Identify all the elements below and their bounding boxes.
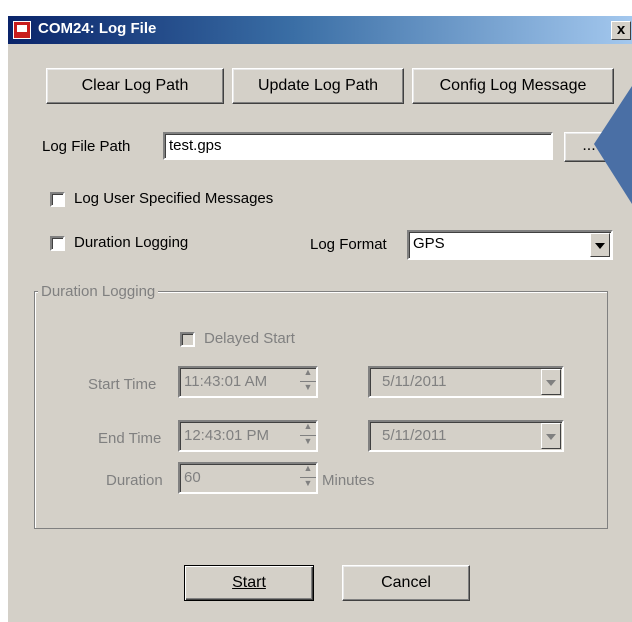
duration-input[interactable]: 60 (178, 462, 318, 494)
start-time-label: Start Time (88, 376, 157, 393)
update-log-path-button[interactable]: Update Log Path (232, 68, 404, 104)
start-date-picker[interactable]: 5/11/2011 (368, 366, 564, 398)
log-file-path-label: Log File Path (42, 138, 131, 155)
spin-down-icon: ▼ (303, 478, 313, 488)
start-button-label: Start (232, 574, 266, 591)
log-user-messages-checkbox[interactable] (50, 192, 65, 207)
log-format-select[interactable]: GPS (407, 230, 613, 260)
end-date-value: 5/11/2011 (382, 427, 447, 444)
title-bar[interactable]: COM24: Log File x (8, 16, 632, 44)
duration-logging-label: Duration Logging (74, 234, 189, 251)
duration-unit-label: Minutes (322, 472, 375, 489)
start-date-value: 5/11/2011 (382, 373, 447, 390)
start-button[interactable]: Start (184, 565, 314, 601)
cancel-button-label: Cancel (381, 574, 431, 591)
chevron-down-icon (595, 243, 605, 249)
pointer-arrow-icon (594, 86, 632, 204)
delayed-start-checkbox[interactable] (180, 332, 195, 347)
chevron-down-icon (546, 380, 556, 386)
start-time-value: 11:43:01 AM (184, 373, 268, 390)
duration-spinner[interactable]: ▲ ▼ (300, 463, 316, 491)
end-date-dropdown-button[interactable] (541, 423, 561, 449)
end-date-picker[interactable]: 5/11/2011 (368, 420, 564, 452)
app-icon (13, 21, 31, 39)
spin-down-icon: ▼ (303, 382, 313, 392)
duration-logging-group (34, 291, 608, 529)
spin-up-icon: ▲ (300, 463, 316, 478)
log-format-value: GPS (413, 235, 445, 252)
clear-log-path-button[interactable]: Clear Log Path (46, 68, 224, 104)
spin-up-icon: ▲ (300, 367, 316, 382)
spin-up-icon: ▲ (300, 421, 316, 436)
end-time-label: End Time (98, 430, 162, 447)
chevron-down-icon (546, 434, 556, 440)
cancel-button[interactable]: Cancel (342, 565, 470, 601)
end-time-input[interactable]: 12:43:01 PM (178, 420, 318, 452)
delayed-start-label: Delayed Start (204, 330, 295, 347)
start-date-dropdown-button[interactable] (541, 369, 561, 395)
end-time-value: 12:43:01 PM (184, 427, 270, 444)
start-time-input[interactable]: 11:43:01 AM (178, 366, 318, 398)
log-format-dropdown-button[interactable] (590, 233, 610, 257)
log-file-path-input[interactable]: test.gps (163, 132, 553, 160)
duration-group-legend: Duration Logging (38, 283, 159, 300)
log-format-label: Log Format (310, 236, 387, 253)
pointer-arrow-shape (594, 86, 632, 204)
log-file-dialog: COM24: Log File x Clear Log Path Update … (8, 16, 632, 622)
start-time-spinner[interactable]: ▲ ▼ (300, 367, 316, 395)
config-log-message-button[interactable]: Config Log Message (412, 68, 614, 104)
close-button[interactable]: x (611, 21, 631, 40)
duration-logging-checkbox[interactable] (50, 236, 65, 251)
duration-value: 60 (184, 469, 201, 486)
duration-label: Duration (106, 472, 163, 489)
log-user-messages-label: Log User Specified Messages (74, 190, 274, 207)
spin-down-icon: ▼ (303, 436, 313, 446)
window-title: COM24: Log File (38, 20, 157, 37)
end-time-spinner[interactable]: ▲ ▼ (300, 421, 316, 449)
